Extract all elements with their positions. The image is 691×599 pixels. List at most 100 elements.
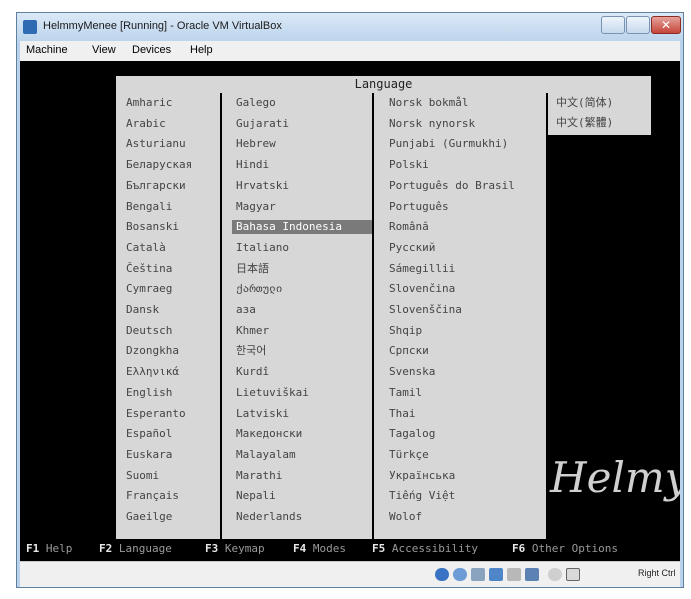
keyboard-icon[interactable] xyxy=(566,568,580,581)
menu-view[interactable]: View xyxy=(92,44,116,56)
language-option[interactable]: Bengali xyxy=(126,200,172,214)
language-option[interactable]: Malayalam xyxy=(236,448,296,462)
language-option[interactable]: Galego xyxy=(236,96,276,110)
language-option[interactable]: Gujarati xyxy=(236,117,289,131)
fkey-label: Help xyxy=(45,542,73,555)
language-option[interactable]: Русский xyxy=(389,241,435,255)
language-option[interactable]: Lietuviškai xyxy=(236,386,309,400)
language-option[interactable]: Português do Brasil xyxy=(389,179,515,193)
minimize-button[interactable] xyxy=(601,16,625,34)
language-option[interactable]: Hindi xyxy=(236,158,269,172)
language-option[interactable]: Slovenščina xyxy=(389,303,462,317)
language-option[interactable]: Bosanski xyxy=(126,220,179,234)
network-icon[interactable] xyxy=(489,568,503,581)
language-option[interactable]: Amharic xyxy=(126,96,172,110)
language-option[interactable]: Gaeilge xyxy=(126,510,172,524)
language-option[interactable]: 中文(繁體) xyxy=(556,116,613,130)
language-option[interactable]: Asturianu xyxy=(126,137,186,151)
language-option[interactable]: Tagalog xyxy=(389,427,435,441)
language-option[interactable]: Українська xyxy=(389,469,455,483)
language-option[interactable]: Català xyxy=(126,241,166,255)
language-list-panel: Amharic Arabic Asturianu Беларуская Българск… xyxy=(116,93,546,539)
language-option[interactable]: 한국어 xyxy=(236,344,266,358)
language-option[interactable]: Esperanto xyxy=(126,407,186,421)
language-option-selected[interactable]: Bahasa Indonesia xyxy=(232,220,372,235)
fkey-help[interactable]: F1 Help xyxy=(26,542,72,555)
language-option[interactable]: Български xyxy=(126,179,186,193)
language-option[interactable]: Suomi xyxy=(126,469,159,483)
hard-disk-icon[interactable] xyxy=(435,568,449,581)
language-option[interactable]: Македонски xyxy=(236,427,302,441)
language-option[interactable]: Español xyxy=(126,427,172,441)
language-list-panel-extra: 中文(简体) 中文(繁體) xyxy=(548,93,651,135)
language-option[interactable]: Khmer xyxy=(236,324,269,338)
fkey-label: Other Options xyxy=(531,542,618,555)
menu-machine[interactable]: Machine xyxy=(26,44,68,56)
language-option[interactable]: Magyar xyxy=(236,200,276,214)
column-divider xyxy=(220,93,222,539)
language-option[interactable]: Slovenčina xyxy=(389,282,455,296)
column-divider xyxy=(372,93,374,539)
fkey-language[interactable]: F2 Language xyxy=(99,542,172,555)
mouse-integration-icon[interactable] xyxy=(548,568,562,581)
language-option[interactable]: Tamil xyxy=(389,386,422,400)
language-option[interactable]: Arabic xyxy=(126,117,166,131)
language-option[interactable]: Punjabi (Gurmukhi) xyxy=(389,137,508,151)
menu-bar: Machine View Devices Help xyxy=(20,41,680,61)
fkey-other-options[interactable]: F6 Other Options xyxy=(512,542,618,555)
vm-screen[interactable]: Language Amharic Arabic Asturianu Беларуска… xyxy=(20,61,680,561)
language-option[interactable]: 中文(简体) xyxy=(556,96,613,110)
language-option[interactable]: Čeština xyxy=(126,262,172,276)
shared-folder-icon[interactable] xyxy=(507,568,521,581)
language-option[interactable]: Euskara xyxy=(126,448,172,462)
usb-icon[interactable] xyxy=(471,568,485,581)
language-option[interactable]: Română xyxy=(389,220,429,234)
language-option[interactable]: Deutsch xyxy=(126,324,172,338)
language-option[interactable]: Ελληνικά xyxy=(126,365,179,379)
language-option[interactable]: Thai xyxy=(389,407,416,421)
fkey-label: Language xyxy=(118,542,172,555)
language-option[interactable]: Српски xyxy=(389,344,429,358)
language-option[interactable]: аза xyxy=(236,303,256,317)
language-option[interactable]: Marathi xyxy=(236,469,282,483)
watermark: Helmy xyxy=(550,453,680,502)
fkey-accessibility[interactable]: F5 Accessibility xyxy=(372,542,478,555)
close-button[interactable]: ✕ xyxy=(651,16,681,34)
language-option[interactable]: Türkçe xyxy=(389,448,429,462)
fkey-modes[interactable]: F4 Modes xyxy=(293,542,346,555)
language-menu-title: Language xyxy=(116,76,651,93)
language-option[interactable]: Latviski xyxy=(236,407,289,421)
language-option[interactable]: Wolof xyxy=(389,510,422,524)
language-option[interactable]: Français xyxy=(126,489,179,503)
language-option[interactable]: Tiếng Việt xyxy=(389,489,455,503)
language-option[interactable]: Hebrew xyxy=(236,137,276,151)
maximize-button[interactable] xyxy=(626,16,650,34)
language-option[interactable]: Sámegillii xyxy=(389,262,455,276)
language-option[interactable]: Kurdî xyxy=(236,365,269,379)
optical-drive-icon[interactable] xyxy=(453,568,467,581)
language-option[interactable]: Shqip xyxy=(389,324,422,338)
menu-help[interactable]: Help xyxy=(190,44,213,56)
fkey-key: F2 xyxy=(99,542,113,555)
language-option[interactable]: Беларуская xyxy=(126,158,192,172)
language-option[interactable]: Nederlands xyxy=(236,510,302,524)
fkey-keymap[interactable]: F3 Keymap xyxy=(205,542,265,555)
language-option[interactable]: ქართული xyxy=(236,282,282,296)
language-option[interactable]: Norsk nynorsk xyxy=(389,117,475,131)
language-option[interactable]: Dzongkha xyxy=(126,344,179,358)
language-option[interactable]: Italiano xyxy=(236,241,289,255)
display-icon[interactable] xyxy=(525,568,539,581)
language-option[interactable]: Polski xyxy=(389,158,429,172)
language-option[interactable]: Dansk xyxy=(126,303,159,317)
title-bar: HelmmyMenee [Running] - Oracle VM Virtua… xyxy=(17,13,683,41)
language-option[interactable]: Svenska xyxy=(389,365,435,379)
language-option[interactable]: Norsk bokmål xyxy=(389,96,468,110)
language-option[interactable]: Cymraeg xyxy=(126,282,172,296)
language-option[interactable]: Português xyxy=(389,200,449,214)
language-option[interactable]: Hrvatski xyxy=(236,179,289,193)
menu-devices[interactable]: Devices xyxy=(132,44,171,56)
status-bar: Right Ctrl xyxy=(20,561,680,587)
language-option[interactable]: 日本語 xyxy=(236,262,269,276)
language-option[interactable]: Nepali xyxy=(236,489,276,503)
language-option[interactable]: English xyxy=(126,386,172,400)
